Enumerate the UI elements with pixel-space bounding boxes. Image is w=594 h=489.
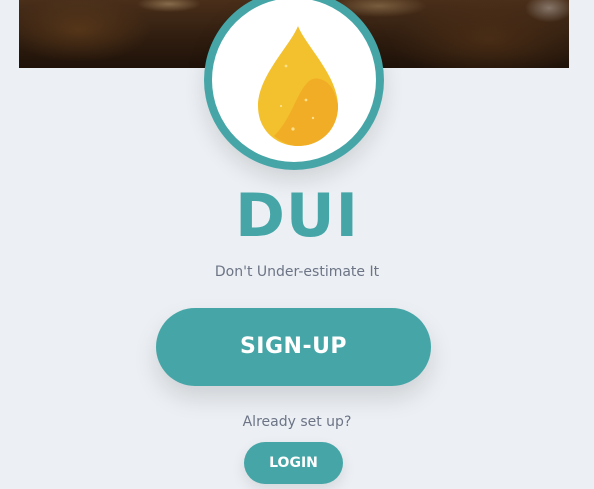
oil-drop-icon — [258, 26, 338, 146]
signup-button[interactable]: SIGN-UP — [156, 308, 431, 386]
landing-page: DUI Don't Under-estimate It SIGN-UP Alre… — [0, 0, 594, 489]
app-tagline: Don't Under-estimate It — [214, 264, 380, 280]
app-logo — [204, 0, 384, 170]
app-title: DUI — [235, 181, 359, 251]
logo-circle — [212, 0, 376, 162]
login-button[interactable]: LOGIN — [244, 442, 343, 484]
already-setup-text: Already set up? — [242, 414, 352, 430]
